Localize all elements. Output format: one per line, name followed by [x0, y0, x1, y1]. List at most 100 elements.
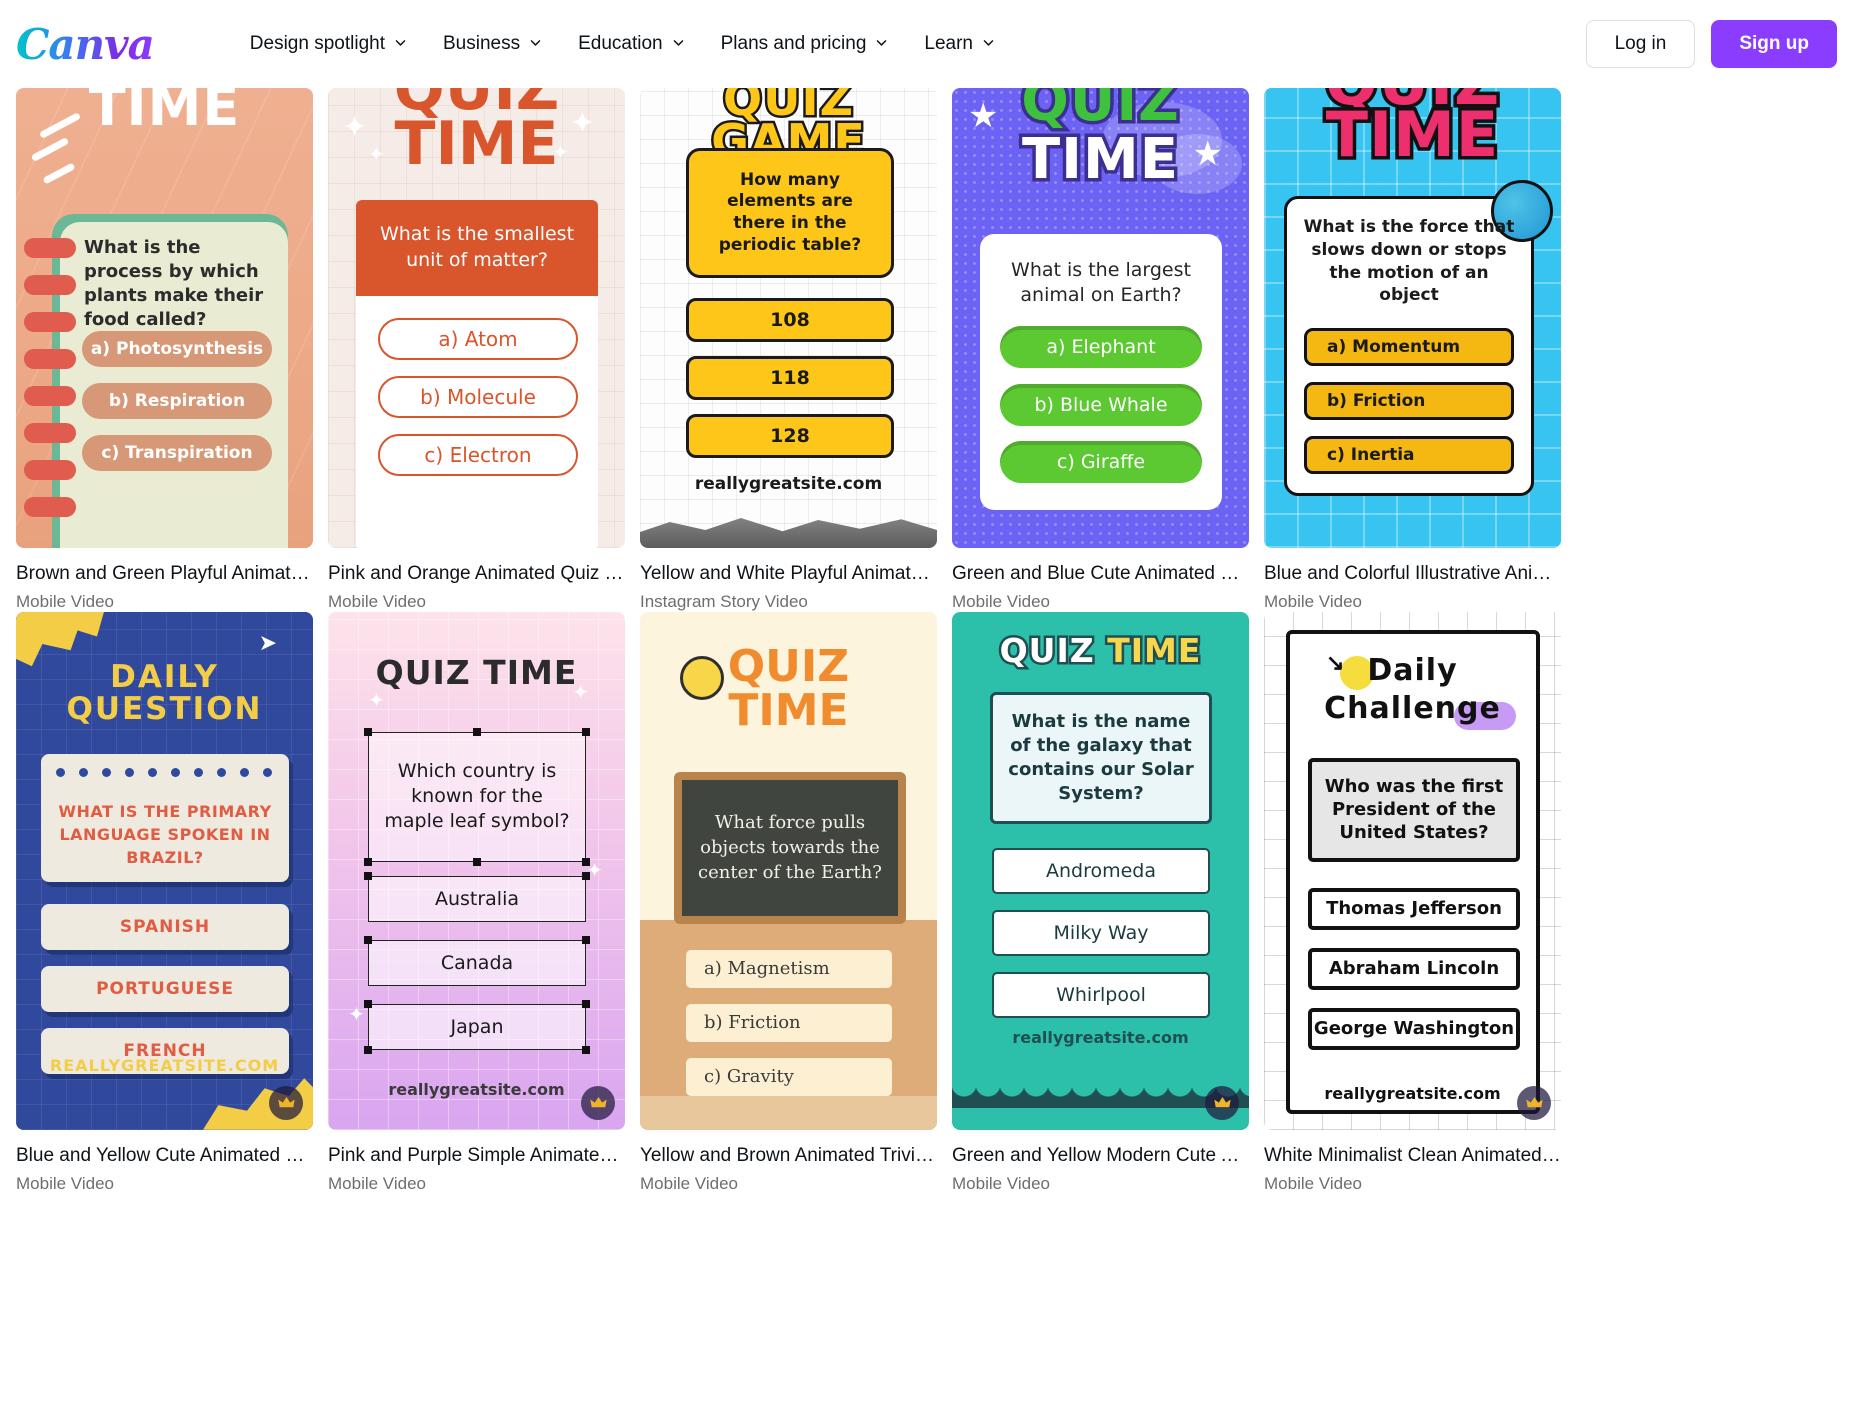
design-option: Canada — [368, 939, 586, 986]
design-question: WHAT IS THE PRIMARY LANGUAGE SPOKEN IN B… — [58, 801, 272, 868]
design-option: b) Molecule — [378, 376, 578, 418]
design-heading-line2: TIME — [728, 684, 849, 736]
template-type: Mobile Video — [328, 591, 426, 611]
template-card[interactable]: ➤ DAILY QUESTION WHAT IS THE PRIMARY LAN… — [16, 611, 313, 1194]
design-option: c) Inertia — [1304, 436, 1514, 474]
ring — [24, 349, 76, 369]
template-title[interactable]: Pink and Orange Animated Quiz Time M... — [328, 562, 625, 586]
nav-item-plans-and-pricing[interactable]: Plans and pricing — [703, 23, 907, 65]
design-option: a) Momentum — [1304, 328, 1514, 366]
template-title[interactable]: White Minimalist Clean Animated Daily ..… — [1264, 1144, 1561, 1168]
template-title[interactable]: Yellow and Brown Animated Trivia Quiz ..… — [640, 1144, 937, 1168]
main-nav: Design spotlight Business Education Plan… — [232, 23, 1013, 65]
punch-holes — [56, 767, 272, 777]
template-thumbnail[interactable]: ↘ Daily Challenge Who was the first Pres… — [1264, 611, 1561, 1130]
template-thumbnail[interactable]: QUIZ TIME What is the force that slows d… — [1264, 88, 1561, 548]
design-option: 108 — [686, 298, 894, 342]
template-thumbnail[interactable]: QUIZ TIME ✦ ✦ ✦ ✦ What is the smallest u… — [328, 88, 625, 548]
nav-item-learn[interactable]: Learn — [906, 23, 1013, 65]
selection-handle — [364, 727, 372, 736]
template-card[interactable]: QUIZ GAME How many elements are there in… — [640, 88, 937, 612]
template-thumbnail[interactable]: QUIZ TIME ✦ ✦ ✦ ✦ Which country is known… — [328, 611, 625, 1130]
template-thumbnail[interactable]: QUIZ TIME What is the name of the galaxy… — [952, 611, 1249, 1130]
canva-logo[interactable]: Canva — [16, 20, 155, 69]
selection-handle — [364, 871, 372, 880]
nav-item-business[interactable]: Business — [425, 23, 560, 65]
ring — [24, 423, 76, 443]
template-thumbnail[interactable]: QUIZ TIME ★ ★ What is the largest animal… — [952, 88, 1249, 548]
chevron-down-icon — [529, 36, 542, 49]
nav-item-education[interactable]: Education — [560, 23, 703, 65]
template-thumbnail[interactable]: ➤ DAILY QUESTION WHAT IS THE PRIMARY LAN… — [16, 611, 313, 1130]
login-button[interactable]: Log in — [1585, 20, 1696, 68]
selection-handle — [582, 857, 590, 866]
crown-icon — [1213, 1096, 1231, 1107]
design-option: c) Giraffe — [1000, 441, 1202, 483]
template-card[interactable]: QUIZ TIME ★ ★ What is the largest animal… — [952, 88, 1249, 612]
template-card[interactable]: QUIZ TIME What force pulls objects towar… — [640, 611, 937, 1194]
template-card[interactable]: QUIZ TIME What is the name of the galaxy… — [952, 611, 1249, 1194]
nav-label: Business — [443, 33, 521, 54]
design-question: What is the smallest unit of matter? — [356, 200, 598, 296]
design-heading-part1: QUIZ — [997, 630, 1096, 670]
template-type: Instagram Story Video — [640, 591, 808, 611]
template-thumbnail[interactable]: TIME What is the process by which plants… — [16, 88, 313, 548]
ring — [24, 497, 76, 517]
template-thumbnail[interactable]: QUIZ TIME What force pulls objects towar… — [640, 611, 937, 1130]
template-title[interactable]: Green and Yellow Modern Cute Animat... — [952, 1144, 1249, 1168]
chevron-down-icon — [875, 36, 888, 49]
template-card[interactable]: TIME What is the process by which plants… — [16, 88, 313, 612]
template-title[interactable]: Green and Blue Cute Animated Quiz Ti... — [952, 562, 1249, 586]
crown-icon — [277, 1096, 295, 1107]
template-type: Mobile Video — [952, 1173, 1050, 1193]
design-option: c) Transpiration — [82, 435, 272, 471]
signup-button[interactable]: Sign up — [1711, 20, 1837, 68]
template-title[interactable]: Blue and Colorful Illustrative Animated … — [1264, 562, 1561, 586]
sparkle-icon: ✦ — [368, 689, 385, 712]
nav-label: Design spotlight — [249, 33, 385, 54]
template-title[interactable]: Blue and Yellow Cute Animated Quiz Ti... — [16, 1144, 313, 1168]
design-website: reallygreatsite.com — [1012, 1027, 1189, 1047]
cursor-icon: ➤ — [258, 629, 277, 655]
nav-label: Learn — [924, 33, 973, 54]
sparkle-icon: ✦ — [348, 1003, 365, 1026]
design-option: Whirlpool — [992, 971, 1210, 1018]
template-card[interactable]: ↘ Daily Challenge Who was the first Pres… — [1264, 611, 1561, 1194]
template-title[interactable]: Pink and Purple Simple Animated Quiz ... — [328, 1144, 625, 1168]
template-title[interactable]: Brown and Green Playful Animated Qui... — [16, 562, 313, 586]
design-heading: TIME — [88, 88, 241, 138]
design-heading-line2: QUESTION — [66, 690, 263, 727]
template-type: Mobile Video — [16, 591, 114, 611]
star-icon: ★ — [968, 97, 999, 135]
template-type: Mobile Video — [1264, 591, 1362, 611]
nav-item-design-spotlight[interactable]: Design spotlight — [232, 23, 425, 65]
design-option: Milky Way — [992, 909, 1210, 956]
hole — [148, 767, 157, 777]
design-option: b) Respiration — [82, 383, 272, 419]
template-card[interactable]: QUIZ TIME ✦ ✦ ✦ ✦ What is the smallest u… — [328, 88, 625, 612]
ring — [24, 238, 76, 258]
sparkle-icon: ✦ — [569, 107, 595, 140]
template-title[interactable]: Yellow and White Playful Animated Qui... — [640, 562, 937, 586]
crown-icon — [1525, 1096, 1543, 1107]
design-option: 128 — [686, 414, 894, 458]
ring — [24, 312, 76, 332]
selection-handle — [473, 857, 481, 866]
design-question: What is the process by which plants make… — [84, 237, 264, 331]
template-card[interactable]: QUIZ TIME ✦ ✦ ✦ ✦ Which country is known… — [328, 611, 625, 1194]
template-card[interactable]: QUIZ TIME What is the force that slows d… — [1264, 88, 1561, 612]
chevron-down-icon — [394, 36, 407, 49]
header-actions: Log in Sign up — [1585, 20, 1837, 68]
sparkle-icon: ✦ — [368, 144, 385, 166]
hole — [79, 767, 88, 777]
design-question: Which country is known for the maple lea… — [368, 731, 586, 862]
design-option: George Washington — [1308, 1007, 1520, 1050]
design-option: Australia — [368, 875, 586, 922]
hole — [171, 767, 180, 777]
design-question: What is the largest animal on Earth? — [1011, 259, 1191, 307]
design-heading-line1: Daily — [1367, 652, 1458, 688]
design-option: SPANISH — [41, 903, 289, 950]
design-option: b) Friction — [1304, 382, 1514, 420]
template-thumbnail[interactable]: QUIZ GAME How many elements are there in… — [640, 88, 937, 548]
template-type: Mobile Video — [640, 1173, 738, 1193]
